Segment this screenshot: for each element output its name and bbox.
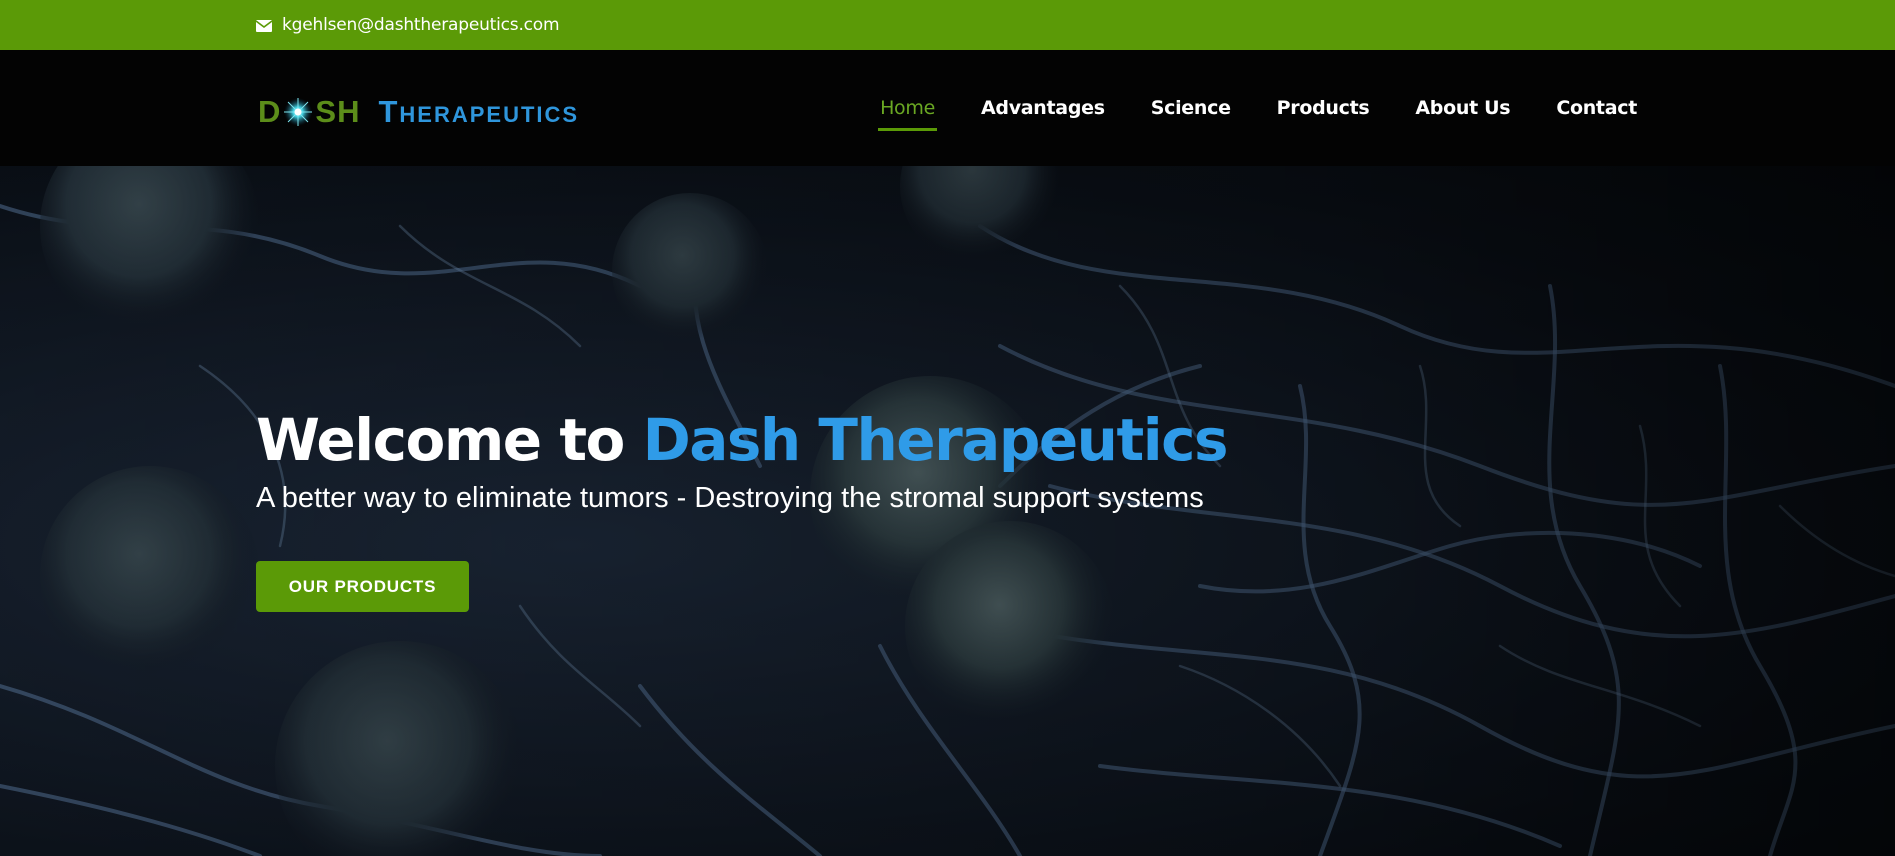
contact-email-link[interactable]: kgehlsen@dashtherapeutics.com bbox=[255, 15, 560, 35]
nav-home[interactable]: Home bbox=[878, 91, 937, 131]
nav-advantages[interactable]: Advantages bbox=[979, 91, 1107, 125]
hero-subheadline: A better way to eliminate tumors - Destr… bbox=[256, 482, 1204, 514]
nav-about-us[interactable]: About Us bbox=[1413, 91, 1512, 125]
logo-dash-sh: SH bbox=[315, 94, 361, 129]
logo-dash-wordmark: D SH bbox=[258, 94, 360, 130]
site-logo[interactable]: D SH Therapeutics bbox=[258, 94, 579, 130]
contact-email[interactable]: kgehlsen@dashtherapeutics.com bbox=[282, 15, 560, 35]
top-contact-bar: kgehlsen@dashtherapeutics.com bbox=[0, 0, 1895, 50]
main-header: D SH Therapeutics Home Advantages Scienc… bbox=[0, 50, 1895, 166]
hero-headline: Welcome to Dash Therapeutics bbox=[256, 406, 1229, 474]
nav-products[interactable]: Products bbox=[1275, 91, 1372, 125]
logo-spark-icon bbox=[283, 97, 313, 127]
nav-contact[interactable]: Contact bbox=[1554, 91, 1639, 125]
mail-icon bbox=[255, 19, 273, 32]
our-products-button[interactable]: OUR PRODUCTS bbox=[256, 561, 469, 612]
hero-headline-accent: Dash Therapeutics bbox=[642, 406, 1229, 474]
logo-therapeutics-wordmark: Therapeutics bbox=[378, 94, 580, 129]
hero-headline-prefix: Welcome to bbox=[256, 406, 643, 474]
primary-nav: Home Advantages Science Products About U… bbox=[878, 50, 1639, 166]
hero-section: Welcome to Dash Therapeutics A better wa… bbox=[0, 166, 1895, 856]
logo-dash-d: D bbox=[258, 94, 282, 129]
nav-science[interactable]: Science bbox=[1149, 91, 1233, 125]
hero-content: Welcome to Dash Therapeutics A better wa… bbox=[256, 406, 1229, 612]
